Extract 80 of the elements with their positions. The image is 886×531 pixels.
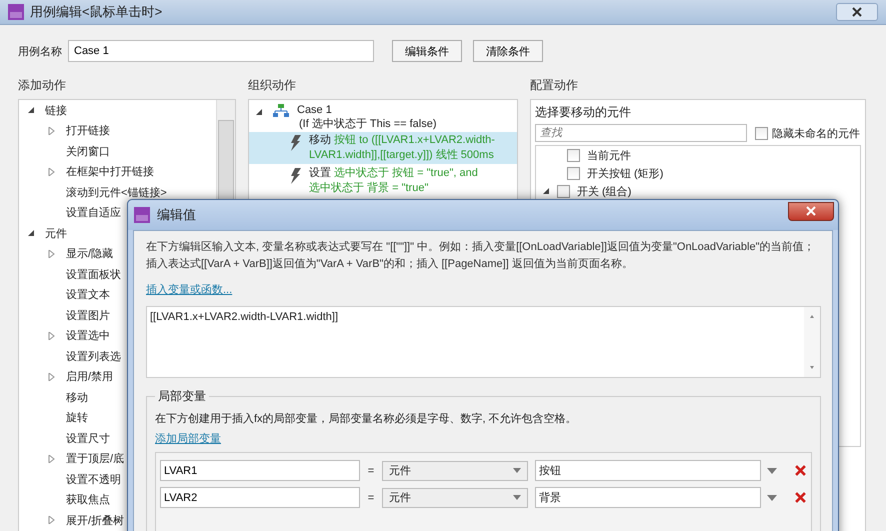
- expand-caret-icon[interactable]: [27, 229, 35, 238]
- panel-prompt: 选择要移动的元件: [535, 104, 632, 121]
- tree-item[interactable]: 设置列表选: [66, 348, 121, 364]
- insert-variable-link[interactable]: 插入变量或函数...: [146, 282, 232, 297]
- add-variable-link[interactable]: 添加局部变量: [155, 431, 221, 446]
- section-heading: 组织动作: [248, 77, 297, 94]
- expand-caret-icon[interactable]: [542, 187, 550, 195]
- condition-button[interactable]: 清除条件: [473, 40, 543, 62]
- branch-icon: [273, 104, 289, 118]
- checkbox[interactable]: [567, 166, 580, 180]
- target-field[interactable]: 按钮: [535, 460, 761, 481]
- tree-item[interactable]: 滚动到元件<锚链接>: [66, 184, 167, 200]
- delete-icon[interactable]: [795, 492, 806, 503]
- tree-item[interactable]: 元件: [45, 226, 67, 241]
- close-button[interactable]: [836, 3, 878, 21]
- tree-item[interactable]: 启用/禁用: [66, 369, 114, 384]
- dropdown-caret-icon[interactable]: [767, 468, 777, 474]
- app-logo-icon: [134, 207, 150, 223]
- local-variables-text: 在下方创建用于插入fx的局部变量，局部变量名称必须是字母、数字, 不允许包含空格。: [155, 412, 578, 426]
- equals-sign: =: [366, 464, 376, 476]
- tree-item[interactable]: 设置面板状: [66, 266, 121, 282]
- instructions-text: 在下方编辑区输入文本, 变量名称或表达式要写在 "[[""]]" 中。例如：插入变量[[OnLoadVariable]]返回值为变量"OnLoadVariable"的当前值；插入表达式[[VarA + VarB]]返回值为"VarA + VarB"的和；插入 [[PageName]] 返回值为当前页面名称。: [146, 240, 816, 272]
- condition-button[interactable]: 编辑条件: [392, 40, 462, 62]
- widget-label: 开关按钮 (矩形): [587, 166, 664, 180]
- close-icon: [852, 7, 862, 17]
- checkbox[interactable]: [755, 126, 768, 140]
- tree-item[interactable]: 设置尺寸: [66, 430, 110, 446]
- variable-name-field[interactable]: LVAR2: [160, 487, 360, 508]
- section-heading: 配置动作: [530, 77, 579, 94]
- expand-caret-icon[interactable]: [27, 106, 35, 114]
- dropdown-caret-icon[interactable]: [513, 495, 521, 500]
- action-row[interactable]: 设置 选中状态于 按钮 = "true", and 选中状态于 背景 = "true": [249, 165, 517, 197]
- target-field[interactable]: 背景: [535, 487, 761, 508]
- case-condition: (If 选中状态于 This == false): [299, 116, 437, 131]
- tree-item[interactable]: 设置自适应: [66, 205, 121, 220]
- tree-item[interactable]: 关闭窗口: [66, 144, 110, 159]
- tree-item[interactable]: 在框架中打开链接: [66, 164, 154, 180]
- tree-item[interactable]: 获取焦点: [66, 492, 110, 508]
- checkbox-label: 隐藏未命名的元件: [772, 126, 860, 140]
- tree-item[interactable]: 置于顶层/底: [66, 451, 124, 466]
- tree-item[interactable]: 旋转: [66, 410, 88, 426]
- tree-item[interactable]: 展开/折叠树: [66, 512, 124, 528]
- action-row[interactable]: 移动 按钮 to ([[LVAR1.x+LVAR2.width- LVAR1.width]],[[target.y]]) 线性 500ms: [249, 132, 517, 164]
- widget-label: 当前元件: [587, 148, 631, 162]
- tree-item[interactable]: 设置文本: [66, 287, 110, 302]
- expression-field[interactable]: [[LVAR1.x+LVAR2.width-LVAR1.width]]: [146, 306, 821, 378]
- tree-item[interactable]: 显示/隐藏: [66, 246, 114, 262]
- tree-item[interactable]: 设置选中: [66, 328, 110, 344]
- type-dropdown[interactable]: 元件: [382, 488, 528, 508]
- tree-item[interactable]: 设置不透明: [66, 472, 121, 487]
- dropdown-caret-icon[interactable]: [513, 468, 521, 473]
- case-name-label: 用例名称: [18, 44, 62, 58]
- action-text: 移动 按钮 to ([[LVAR1.x+LVAR2.width- LVAR1.width]],[[target.y]]) 线性 500ms: [309, 133, 495, 163]
- delete-icon[interactable]: [795, 465, 806, 476]
- case-name-field[interactable]: Case 1: [68, 40, 374, 62]
- scrollbar[interactable]: [804, 307, 820, 377]
- dialog-title: 编辑值: [157, 206, 196, 224]
- dropdown-caret-icon[interactable]: [767, 494, 777, 500]
- lightning-icon: [289, 135, 301, 151]
- search-field[interactable]: 查找: [535, 124, 747, 142]
- tree-item[interactable]: 移动: [66, 390, 88, 405]
- tree-item[interactable]: 打开链接: [66, 123, 110, 138]
- widget-label: 开关 (组合): [577, 184, 632, 198]
- section-heading: 添加动作: [18, 77, 67, 94]
- close-button[interactable]: [788, 202, 834, 220]
- type-dropdown[interactable]: 元件: [382, 460, 528, 480]
- action-text: 设置 选中状态于 按钮 = "true", and 选中状态于 背景 = "true": [309, 166, 478, 196]
- window-title: 用例编辑<鼠标单击时>: [30, 3, 162, 21]
- expand-caret-icon[interactable]: [255, 108, 263, 116]
- group-legend: 局部变量: [155, 388, 209, 405]
- lightning-icon: [289, 168, 301, 184]
- tree-item[interactable]: 设置图片: [66, 308, 110, 323]
- checkbox[interactable]: [557, 184, 570, 198]
- case-title[interactable]: Case 1: [297, 104, 437, 116]
- tree-item[interactable]: 链接: [45, 102, 67, 118]
- close-icon: [806, 206, 816, 216]
- variable-name-field[interactable]: LVAR1: [160, 460, 360, 481]
- checkbox[interactable]: [567, 148, 580, 162]
- app-logo-icon: [8, 4, 24, 20]
- equals-sign: =: [366, 492, 376, 504]
